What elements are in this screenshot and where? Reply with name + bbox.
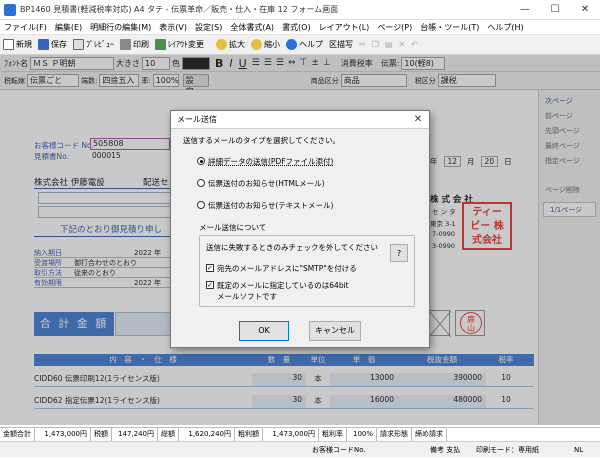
checkbox-checked[interactable]: ✓ bbox=[206, 264, 214, 272]
radio-pdf-detail[interactable]: 詳細データの送信(PDFファイル添付) bbox=[197, 154, 429, 168]
menu-format[interactable]: 書式(O) bbox=[278, 22, 315, 33]
margin-value: 100% bbox=[347, 428, 377, 441]
group-text: 送信に失敗するときのみチェックを外してください bbox=[206, 243, 379, 252]
preview-label: ﾌﾟﾚﾋﾞｭｰ bbox=[86, 40, 114, 49]
layout-label: ﾚｲｱｳﾄ変更 bbox=[168, 40, 204, 49]
menu-file[interactable]: ファイル(F) bbox=[0, 22, 51, 33]
checkbox-checked[interactable]: ✓ bbox=[206, 281, 214, 289]
cancel-button[interactable]: キャンセル bbox=[309, 321, 361, 341]
undo-icon[interactable]: ↶ bbox=[408, 36, 421, 54]
floppy-icon bbox=[38, 39, 49, 50]
menu-ledger-tools[interactable]: 台帳・ツール(T) bbox=[416, 22, 483, 33]
menu-layout[interactable]: レイアウト(L) bbox=[315, 22, 374, 33]
maximize-button[interactable]: ☐ bbox=[540, 0, 570, 20]
radio-dot-selected bbox=[197, 157, 205, 165]
radio-label: 伝票送付のお知らせ(テキストメール) bbox=[208, 200, 334, 210]
radio-html-mail[interactable]: 伝票送付のお知らせ(HTMLメール) bbox=[197, 176, 429, 190]
subtotal-label: 金額合計 bbox=[0, 428, 35, 441]
new-button[interactable]: 新規 bbox=[0, 36, 35, 54]
save-button[interactable]: 保存 bbox=[35, 36, 70, 54]
save-label: 保存 bbox=[51, 40, 67, 49]
mail-type-options: 詳細データの送信(PDFファイル添付) 伝票送付のお知らせ(HTMLメール) 伝… bbox=[171, 146, 429, 212]
footer-print-mode: 印刷モード：専用紙 bbox=[476, 446, 539, 454]
layout-icon bbox=[155, 39, 166, 50]
paste-icon[interactable]: ▤ bbox=[382, 36, 396, 54]
ok-button[interactable]: OK bbox=[239, 321, 289, 341]
menu-bar: ファイル(F) 編集(E) 明細行の編集(M) 表示(V) 設定(S) 全体書式… bbox=[0, 20, 600, 35]
dialog-close-icon[interactable]: ✕ bbox=[411, 111, 425, 129]
mail-send-group: 送信に失敗するときのみチェックを外してください ? ✓ 宛先のメールアドレスに"S… bbox=[199, 235, 415, 307]
radio-dot bbox=[197, 201, 205, 209]
app-icon bbox=[4, 3, 16, 16]
footer-note: 備考 支払 bbox=[430, 446, 461, 454]
window-title: BP1460 見積書(軽減税率対応) A4 タテ - 伝票革命／販売・仕入・在庫… bbox=[20, 5, 339, 14]
print-button[interactable]: 印刷 bbox=[117, 36, 152, 54]
preview-icon bbox=[73, 39, 84, 50]
grid-draw-button[interactable]: 区描写 bbox=[326, 36, 356, 54]
billing-close-label: 締め請求 bbox=[412, 428, 447, 441]
dialog-prompt: 送信するメールのタイプを選択してください。 bbox=[183, 136, 341, 145]
grand-total-label: 総額 bbox=[158, 428, 179, 441]
zoom-in-icon bbox=[216, 39, 227, 50]
menu-page[interactable]: ページ(P) bbox=[373, 22, 416, 33]
menu-global-format[interactable]: 全体書式(A) bbox=[226, 22, 278, 33]
cut-icon[interactable]: ✂ bbox=[356, 36, 369, 54]
group-title: メール送信について bbox=[199, 223, 267, 232]
close-button[interactable]: ✕ bbox=[570, 0, 600, 20]
menu-view[interactable]: 表示(V) bbox=[155, 22, 191, 33]
tax-value: 147,240円 bbox=[112, 428, 158, 441]
zoom-in-label: 拡大 bbox=[229, 40, 245, 49]
copy-icon[interactable]: ❐ bbox=[369, 36, 382, 54]
zoom-out-label: 縮小 bbox=[264, 40, 280, 49]
new-doc-icon bbox=[3, 39, 14, 50]
print-label: 印刷 bbox=[133, 40, 149, 49]
zoom-out-icon bbox=[251, 39, 262, 50]
help-icon bbox=[286, 39, 297, 50]
profit-value: 1,473,000円 bbox=[263, 428, 319, 441]
help-question-button[interactable]: ? bbox=[390, 244, 408, 262]
menu-line-edit[interactable]: 明細行の編集(M) bbox=[86, 22, 155, 33]
menu-help[interactable]: ヘルプ(H) bbox=[483, 22, 527, 33]
summary-bar: 金額合計 1,473,000円 税額 147,240円 総額 1,620,240… bbox=[0, 427, 600, 441]
subtotal-value: 1,473,000円 bbox=[35, 428, 91, 441]
footer-customer: お客様コードNo. bbox=[312, 446, 366, 454]
main-toolbar: 新規 保存 ﾌﾟﾚﾋﾞｭｰ 印刷 ﾚｲｱｳﾄ変更 拡大 縮小 ヘルプ 区描写 ✂… bbox=[0, 35, 600, 55]
help-label: ヘルプ bbox=[299, 40, 323, 49]
menu-settings[interactable]: 設定(S) bbox=[191, 22, 226, 33]
checkbox-label: 既定のメールに指定しているのは64bitメールソフトです bbox=[217, 281, 349, 301]
new-label: 新規 bbox=[16, 40, 32, 49]
dialog-title-bar: メール送信 ✕ bbox=[171, 111, 429, 129]
menu-edit[interactable]: 編集(E) bbox=[51, 22, 86, 33]
radio-text-mail[interactable]: 伝票送付のお知らせ(テキストメール) bbox=[197, 198, 429, 212]
zoom-in-button[interactable]: 拡大 bbox=[213, 36, 248, 54]
radio-label: 伝票送付のお知らせ(HTMLメール) bbox=[208, 178, 325, 188]
printer-icon bbox=[120, 39, 131, 50]
delete-icon[interactable]: ✕ bbox=[395, 36, 408, 54]
smtp-checkbox[interactable]: ✓ 宛先のメールアドレスに"SMTP"を付ける bbox=[206, 263, 408, 274]
mail-send-dialog: メール送信 ✕ 送信するメールのタイプを選択してください。 詳細データの送信(P… bbox=[170, 110, 430, 348]
footer-bar: お客様コードNo. 備考 支払 印刷モード：専用紙 NL bbox=[0, 441, 600, 457]
grid-label: 区描写 bbox=[329, 40, 353, 49]
billing-form-label: 請求形態 bbox=[377, 428, 412, 441]
margin-label: 粗利率 bbox=[319, 428, 347, 441]
title-bar: BP1460 見積書(軽減税率対応) A4 タテ - 伝票革命／販売・仕入・在庫… bbox=[0, 0, 600, 20]
64bit-checkbox[interactable]: ✓ 既定のメールに指定しているのは64bitメールソフトです bbox=[206, 280, 356, 302]
footer-nl: NL bbox=[574, 446, 584, 454]
checkbox-label: 宛先のメールアドレスに"SMTP"を付ける bbox=[217, 264, 357, 273]
tax-label: 税額 bbox=[91, 428, 112, 441]
profit-label: 粗利額 bbox=[235, 428, 263, 441]
preview-button[interactable]: ﾌﾟﾚﾋﾞｭｰ bbox=[70, 36, 117, 54]
radio-label: 詳細データの送信(PDFファイル添付) bbox=[208, 156, 334, 166]
grand-total-value: 1,620,240円 bbox=[179, 428, 235, 441]
help-button[interactable]: ヘルプ bbox=[283, 36, 326, 54]
radio-dot bbox=[197, 179, 205, 187]
dialog-title: メール送信 bbox=[177, 115, 217, 124]
layout-change-button[interactable]: ﾚｲｱｳﾄ変更 bbox=[152, 36, 207, 54]
minimize-button[interactable]: — bbox=[510, 0, 540, 20]
zoom-out-button[interactable]: 縮小 bbox=[248, 36, 283, 54]
